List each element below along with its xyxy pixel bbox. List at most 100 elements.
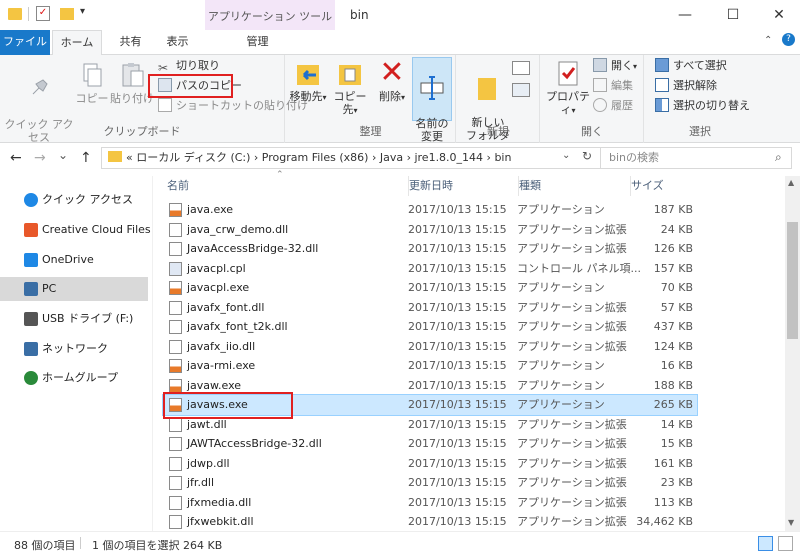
status-divider: [80, 537, 81, 549]
properties-label: プロパティ: [546, 90, 590, 116]
table-row[interactable]: JavaAccessBridge-32.dll 2017/10/13 15:15 ア…: [163, 239, 697, 259]
copy-label: コピー: [75, 92, 109, 105]
address-bar[interactable]: « ローカル ディスク (C:) › Program Files (x86) ›…: [101, 147, 601, 169]
column-header-type[interactable]: 種類: [518, 176, 618, 196]
new-group: 新しい フォルダー 新規: [457, 55, 540, 155]
table-row[interactable]: javafx_font.dll 2017/10/13 15:15 アプリケーション拡…: [163, 298, 697, 318]
details-view-icon[interactable]: [758, 536, 773, 551]
select-none-button[interactable]: 選択解除: [655, 77, 717, 95]
properties-quick-icon[interactable]: ✓: [36, 6, 50, 21]
column-header-date[interactable]: 更新日時: [408, 176, 508, 196]
back-button[interactable]: ←: [10, 150, 22, 166]
open-button[interactable]: 開く▾: [593, 57, 637, 75]
close-button[interactable]: ✕: [756, 0, 800, 30]
table-row[interactable]: jdwp.dll 2017/10/13 15:15 アプリケーション拡張 161 KB: [163, 454, 697, 474]
cut-button[interactable]: ✂ 切り取り: [158, 57, 220, 75]
delete-button[interactable]: ✕ 削除▾: [374, 58, 410, 104]
column-header-size[interactable]: サイズ: [630, 176, 695, 196]
recent-locations-button[interactable]: ⌄: [58, 148, 68, 162]
nav-item-4[interactable]: USB ドライブ (F:): [0, 307, 148, 331]
file-date: 2017/10/13 15:15: [408, 242, 507, 255]
properties-button[interactable]: プロパティ▾: [543, 59, 593, 117]
minimize-button[interactable]: —: [662, 0, 708, 30]
search-input[interactable]: binの検索: [600, 147, 792, 169]
tab-view[interactable]: 表示: [155, 30, 200, 55]
table-row[interactable]: javacpl.exe 2017/10/13 15:15 アプリケーション 70 KB: [163, 278, 697, 298]
file-type: アプリケーション拡張: [517, 437, 627, 450]
move-to-button[interactable]: 移動先▾: [288, 59, 328, 104]
table-row[interactable]: JAWTAccessBridge-32.dll 2017/10/13 15:15 ア…: [163, 434, 697, 454]
large-icons-view-icon[interactable]: [778, 536, 793, 551]
file-date: 2017/10/13 15:15: [408, 398, 507, 411]
nav-pane-divider[interactable]: [152, 176, 153, 531]
paste-icon: [118, 61, 146, 89]
ribbon-collapse-icon[interactable]: ⌃: [764, 35, 772, 46]
column-header-name[interactable]: 名前: [167, 176, 397, 196]
tab-manage[interactable]: 管理: [225, 30, 290, 55]
table-row[interactable]: jfxwebkit.dll 2017/10/13 15:15 アプリケーション拡張 3…: [163, 512, 697, 532]
scroll-down-arrow-icon[interactable]: ▼: [788, 518, 794, 527]
address-dropdown-icon[interactable]: ⌄: [562, 150, 570, 161]
network-icon: [24, 342, 38, 356]
new-item-icon[interactable]: [512, 61, 530, 75]
context-tab-group-label: アプリケーション ツール: [207, 10, 333, 23]
file-size: 57 KB: [660, 300, 693, 314]
refresh-icon[interactable]: ↻: [582, 149, 592, 163]
copy-to-button[interactable]: コピー先▾: [330, 59, 370, 117]
qat-dropdown-icon[interactable]: ▾: [80, 6, 85, 17]
edit-button[interactable]: 編集: [593, 77, 633, 95]
maximize-button[interactable]: ☐: [710, 0, 756, 30]
scroll-up-arrow-icon[interactable]: ▲: [788, 178, 794, 187]
table-row[interactable]: javacpl.cpl 2017/10/13 15:15 コントロール パネル項..…: [163, 259, 697, 279]
nav-item-5[interactable]: ネットワーク: [0, 337, 148, 361]
table-row[interactable]: java_crw_demo.dll 2017/10/13 15:15 アプリケーショ…: [163, 220, 697, 240]
file-date: 2017/10/13 15:15: [408, 417, 507, 431]
table-row[interactable]: javafx_font_t2k.dll 2017/10/13 15:15 アプリケー…: [163, 317, 697, 337]
move-to-label: 移動先: [289, 90, 323, 103]
file-size: 14 KB: [660, 417, 693, 431]
table-row[interactable]: jfxmedia.dll 2017/10/13 15:15 アプリケーション拡張 11…: [163, 493, 697, 513]
file-size: 23 KB: [660, 476, 693, 489]
select-all-button[interactable]: すべて選択: [655, 57, 727, 75]
open-group-label: 開く: [581, 125, 603, 138]
tab-share[interactable]: 共有: [108, 30, 153, 55]
file-size: 188 KB: [653, 378, 693, 392]
file-date: 2017/10/13 15:15: [408, 437, 507, 450]
status-bar: 88 個の項目 1 個の項目を選択 264 KB: [0, 531, 800, 555]
file-type: アプリケーション拡張: [517, 417, 627, 431]
file-name: javacpl.exe: [187, 281, 250, 294]
scrollbar-thumb[interactable]: [787, 222, 798, 339]
organize-group: 移動先▾ コピー先▾ ✕ 削除▾ 名前の 変更 整理: [286, 55, 456, 143]
copy-button[interactable]: コピー: [74, 61, 110, 105]
table-row[interactable]: java-rmi.exe 2017/10/13 15:15 アプリケーション 16 K…: [163, 356, 697, 376]
dll-file-icon: [169, 437, 182, 451]
up-button[interactable]: ↑: [80, 150, 92, 166]
forward-button[interactable]: →: [34, 150, 46, 166]
invert-selection-button[interactable]: 選択の切り替え: [655, 97, 750, 115]
history-button[interactable]: 履歴: [593, 97, 633, 115]
table-row[interactable]: javafx_iio.dll 2017/10/13 15:15 アプリケーション拡張…: [163, 337, 697, 357]
help-icon[interactable]: ?: [782, 33, 795, 46]
file-type: アプリケーション拡張: [517, 300, 627, 314]
nav-item-6[interactable]: ホームグループ: [0, 366, 148, 390]
new-folder-button[interactable]: 新しい フォルダー: [463, 59, 513, 155]
rename-button[interactable]: 名前の 変更: [412, 57, 452, 143]
organize-group-label: 整理: [359, 125, 382, 138]
table-row[interactable]: jfr.dll 2017/10/13 15:15 アプリケーション拡張 23 KB: [163, 473, 697, 493]
nav-item-label: USB ドライブ (F:): [42, 312, 134, 325]
new-folder-quick-icon[interactable]: [60, 8, 74, 20]
nav-item-2[interactable]: OneDrive: [0, 248, 148, 272]
table-row[interactable]: java.exe 2017/10/13 15:15 アプリケーション 187 KB: [163, 200, 697, 220]
nav-item-3[interactable]: PC: [0, 277, 148, 301]
nav-item-0[interactable]: クイック アクセス: [0, 188, 148, 212]
nav-item-1[interactable]: Creative Cloud Files: [0, 218, 151, 242]
tab-home[interactable]: ホーム: [52, 30, 102, 56]
dll-file-icon: [169, 222, 182, 237]
scissors-icon: ✂: [158, 61, 169, 75]
new-folder-icon: [474, 72, 502, 100]
dll-file-icon: [169, 242, 182, 256]
tab-file[interactable]: ファイル: [0, 30, 50, 55]
easy-access-icon[interactable]: [512, 83, 530, 97]
edit-label: 編集: [611, 79, 633, 92]
file-type: アプリケーション拡張: [517, 320, 627, 333]
